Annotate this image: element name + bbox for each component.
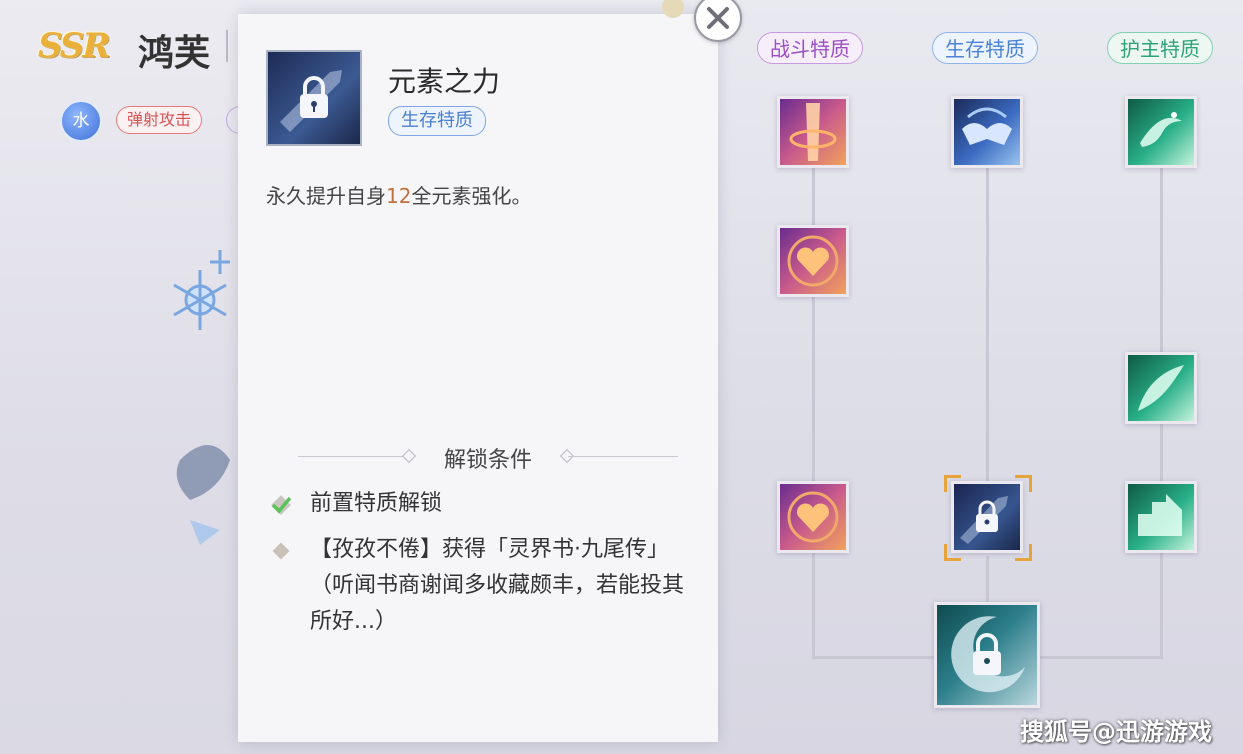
guard-node-swirl[interactable] xyxy=(1125,96,1197,168)
skill-title: 元素之力 xyxy=(388,65,501,98)
unlock-condition-pending: 【孜孜不倦】获得「灵界书·九尾传」（听闻书商谢闻多收藏颇丰，若能投其所好...） xyxy=(270,532,690,640)
character-name: 鸿芙 xyxy=(138,33,211,74)
condition-text: 【孜孜不倦】获得「灵界书·九尾传」（听闻书商谢闻多收藏颇丰，若能投其所好...） xyxy=(310,537,685,634)
survive-node-locked-selected[interactable] xyxy=(951,481,1023,553)
checkmark-icon xyxy=(271,495,292,515)
bat-wing-icon xyxy=(962,107,1012,145)
desc-value: 12 xyxy=(386,184,412,208)
tree-link xyxy=(812,296,815,482)
divider-line xyxy=(568,456,678,457)
unlock-condition-done: 前置特质解锁 xyxy=(270,486,442,522)
close-button[interactable] xyxy=(694,0,742,42)
locked-sword-icon xyxy=(960,496,1008,544)
selection-corner xyxy=(944,544,961,561)
skill-detail-popup: 元素之力 生存特质 永久提升自身12全元素强化。 解锁条件 前置特质解锁 【孜孜… xyxy=(238,14,718,742)
skill-description: 永久提升自身12全元素强化。 xyxy=(266,180,531,209)
locked-sword-icon xyxy=(266,50,362,146)
tab-survive-trait[interactable]: 生存特质 xyxy=(932,32,1038,64)
flame-pillar-icon xyxy=(789,103,837,161)
condition-text: 前置特质解锁 xyxy=(310,491,443,516)
combat-node-heart-2[interactable] xyxy=(777,481,849,553)
diamond-bullet-icon xyxy=(272,542,290,560)
tab-combat-trait[interactable]: 战斗特质 xyxy=(757,32,863,64)
desc-prefix: 永久提升自身 xyxy=(266,184,386,208)
final-node-locked-moon[interactable] xyxy=(934,602,1040,708)
skill-type-chip: 生存特质 xyxy=(388,106,486,136)
unlock-header-text: 解锁条件 xyxy=(443,448,532,473)
tree-link xyxy=(1160,552,1163,658)
tree-link xyxy=(812,552,815,658)
tree-link xyxy=(812,656,936,659)
desc-suffix: 全元素强化。 xyxy=(411,184,532,208)
swirl-icon xyxy=(1140,112,1182,147)
guard-node-feather[interactable] xyxy=(1125,352,1197,424)
rarity-badge: SSR xyxy=(38,26,111,66)
selection-corner xyxy=(1015,544,1032,561)
tree-link xyxy=(986,168,989,482)
feather-icon xyxy=(1138,365,1184,411)
survive-node-bat-wing[interactable] xyxy=(951,96,1023,168)
tree-link xyxy=(1160,168,1163,354)
heart-icon xyxy=(787,491,839,543)
guard-node-shield-step[interactable] xyxy=(1125,481,1197,553)
water-element-icon: 水 xyxy=(60,100,102,142)
selection-corner xyxy=(1015,475,1032,492)
divider-line xyxy=(298,456,408,457)
watermark: 搜狐号@迅游游戏 xyxy=(1020,718,1212,746)
heart-icon xyxy=(787,235,839,287)
tree-link xyxy=(1040,656,1163,659)
snowflake-art-icon xyxy=(173,250,230,545)
close-icon xyxy=(707,7,729,29)
combat-node-heart[interactable] xyxy=(777,225,849,297)
tree-link xyxy=(812,168,815,228)
name-divider xyxy=(226,30,228,62)
combat-node-flame-pillar[interactable] xyxy=(777,96,849,168)
locked-moon-icon xyxy=(951,616,1025,693)
tree-link xyxy=(986,556,989,602)
unlock-section-header: 解锁条件 xyxy=(298,442,678,473)
divider-diamond xyxy=(401,448,417,464)
tag-bounce-attack: 弹射攻击 xyxy=(116,106,203,134)
selection-corner xyxy=(944,475,961,492)
tree-link xyxy=(1160,424,1163,482)
tab-guard-trait[interactable]: 护主特质 xyxy=(1107,32,1213,64)
shield-step-icon xyxy=(1138,494,1182,536)
